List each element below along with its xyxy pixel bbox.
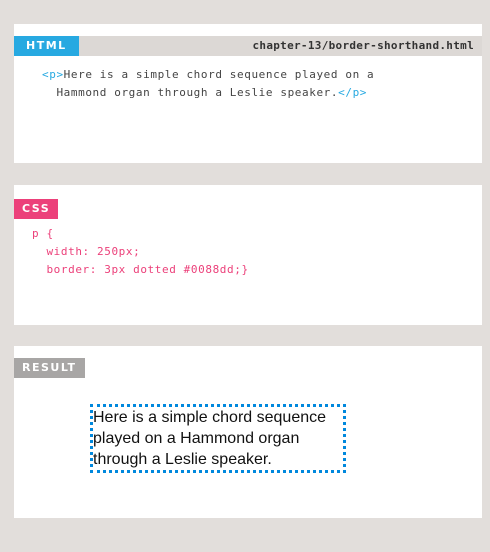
- html-code-line-1: Here is a simple chord sequence played o…: [63, 68, 375, 81]
- css-code-line: width: 250px;: [32, 245, 141, 258]
- result-panel: RESULT Here is a simple chord sequence p…: [14, 346, 482, 518]
- html-close-tag: </p>: [338, 86, 368, 99]
- result-paragraph: Here is a simple chord sequence played o…: [90, 404, 346, 473]
- css-label: CSS: [14, 199, 59, 219]
- html-label: HTML: [14, 36, 79, 56]
- filename: chapter-13/border-shorthand.html: [252, 39, 474, 52]
- css-code-block: p { width: 250px; border: 3px dotted #00…: [32, 225, 249, 279]
- result-label: RESULT: [14, 358, 85, 378]
- html-code-line-2: Hammond organ through a Leslie speaker.: [42, 86, 339, 99]
- html-open-tag: <p>: [42, 68, 64, 81]
- html-code-block: <p>Here is a simple chord sequence playe…: [42, 66, 374, 102]
- html-panel: HTML chapter-13/border-shorthand.html <p…: [14, 24, 482, 163]
- css-code-line: border: 3px dotted #0088dd;}: [32, 263, 249, 276]
- css-code-line: p {: [32, 227, 54, 240]
- css-panel: CSS p { width: 250px; border: 3px dotted…: [14, 185, 482, 325]
